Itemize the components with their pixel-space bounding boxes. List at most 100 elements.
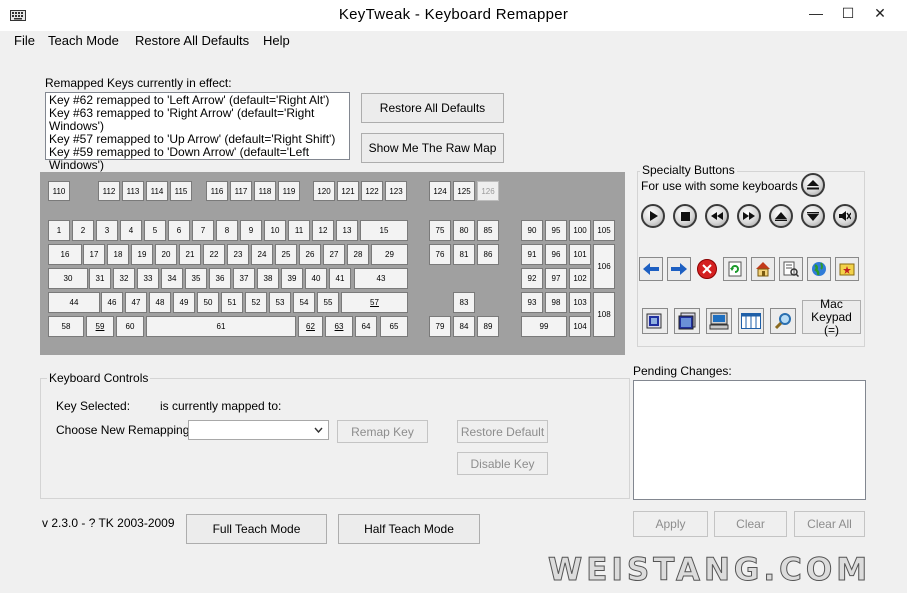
key-35[interactable]: 35 — [185, 268, 207, 289]
next-track-key-button[interactable] — [736, 203, 762, 229]
key-64[interactable]: 64 — [355, 316, 377, 337]
restore-default-button[interactable]: Restore Default — [457, 420, 548, 443]
close-button[interactable]: ✕ — [866, 2, 894, 24]
key-125[interactable]: 125 — [453, 181, 475, 201]
key-79[interactable]: 79 — [429, 316, 451, 337]
apply-button[interactable]: Apply — [633, 511, 708, 537]
browser-refresh-key-button[interactable] — [722, 256, 748, 282]
key-28[interactable]: 28 — [347, 244, 369, 265]
key-63[interactable]: 63 — [325, 316, 353, 337]
minimize-button[interactable]: — — [802, 2, 830, 24]
key-48[interactable]: 48 — [149, 292, 171, 313]
key-39[interactable]: 39 — [281, 268, 303, 289]
remapping-select[interactable] — [188, 420, 329, 440]
key-25[interactable]: 25 — [275, 244, 297, 265]
browser-back-key-button[interactable] — [638, 256, 664, 282]
key-49[interactable]: 49 — [173, 292, 195, 313]
key-36[interactable]: 36 — [209, 268, 231, 289]
key-6[interactable]: 6 — [168, 220, 190, 241]
clear-button[interactable]: Clear — [714, 511, 787, 537]
key-96[interactable]: 96 — [545, 244, 567, 265]
key-124[interactable]: 124 — [429, 181, 451, 201]
disable-key-button[interactable]: Disable Key — [457, 452, 548, 475]
key-29[interactable]: 29 — [371, 244, 408, 265]
key-120[interactable]: 120 — [313, 181, 335, 201]
key-116[interactable]: 116 — [206, 181, 228, 201]
browser-stop-key-button[interactable] — [694, 256, 720, 282]
key-26[interactable]: 26 — [299, 244, 321, 265]
key-97[interactable]: 97 — [545, 268, 567, 289]
key-20[interactable]: 20 — [155, 244, 177, 265]
key-112[interactable]: 112 — [98, 181, 120, 201]
key-13[interactable]: 13 — [336, 220, 358, 241]
calculator-key-button[interactable] — [737, 307, 765, 335]
key-17[interactable]: 17 — [83, 244, 105, 265]
menu-restore-all-defaults[interactable]: Restore All Defaults — [135, 33, 249, 48]
key-123[interactable]: 123 — [385, 181, 407, 201]
key-50[interactable]: 50 — [197, 292, 219, 313]
key-5[interactable]: 5 — [144, 220, 166, 241]
list-item[interactable]: Key #59 remapped to 'Down Arrow' (defaul… — [49, 146, 346, 172]
key-43[interactable]: 43 — [354, 268, 408, 289]
half-teach-mode-button[interactable]: Half Teach Mode — [338, 514, 480, 544]
key-18[interactable]: 18 — [107, 244, 129, 265]
key-76[interactable]: 76 — [429, 244, 451, 265]
key-9[interactable]: 9 — [240, 220, 262, 241]
key-106[interactable]: 106 — [593, 244, 615, 289]
key-92[interactable]: 92 — [521, 268, 543, 289]
volume-up-key-button[interactable] — [768, 203, 794, 229]
mute-key-button[interactable] — [832, 203, 858, 229]
key-37[interactable]: 37 — [233, 268, 255, 289]
key-40[interactable]: 40 — [305, 268, 327, 289]
key-19[interactable]: 19 — [131, 244, 153, 265]
key-119[interactable]: 119 — [278, 181, 300, 201]
mail-key-button[interactable] — [641, 307, 669, 335]
browser-home-key-button[interactable] — [750, 256, 776, 282]
browser-favorites-key-button[interactable] — [834, 256, 860, 282]
key-62[interactable]: 62 — [298, 316, 323, 337]
key-4[interactable]: 4 — [120, 220, 142, 241]
show-raw-map-button[interactable]: Show Me The Raw Map — [361, 133, 504, 163]
remap-key-button[interactable]: Remap Key — [337, 420, 428, 443]
key-75[interactable]: 75 — [429, 220, 451, 241]
menu-help[interactable]: Help — [263, 33, 290, 48]
browser-web-key-button[interactable] — [806, 256, 832, 282]
my-computer-key-button[interactable] — [705, 307, 733, 335]
key-32[interactable]: 32 — [113, 268, 135, 289]
key-122[interactable]: 122 — [361, 181, 383, 201]
key-104[interactable]: 104 — [569, 316, 591, 337]
key-58[interactable]: 58 — [48, 316, 84, 337]
key-53[interactable]: 53 — [269, 292, 291, 313]
key-27[interactable]: 27 — [323, 244, 345, 265]
key-47[interactable]: 47 — [125, 292, 147, 313]
key-12[interactable]: 12 — [312, 220, 334, 241]
eject-key-button[interactable] — [800, 172, 826, 198]
key-65[interactable]: 65 — [380, 316, 408, 337]
key-84[interactable]: 84 — [453, 316, 475, 337]
key-11[interactable]: 11 — [288, 220, 310, 241]
key-80[interactable]: 80 — [453, 220, 475, 241]
key-99[interactable]: 99 — [521, 316, 567, 337]
key-41[interactable]: 41 — [329, 268, 351, 289]
key-89[interactable]: 89 — [477, 316, 499, 337]
key-38[interactable]: 38 — [257, 268, 279, 289]
search-key-button[interactable] — [769, 307, 797, 335]
key-44[interactable]: 44 — [48, 292, 100, 313]
key-60[interactable]: 60 — [116, 316, 144, 337]
key-7[interactable]: 7 — [192, 220, 214, 241]
key-100[interactable]: 100 — [569, 220, 591, 241]
key-91[interactable]: 91 — [521, 244, 543, 265]
key-117[interactable]: 117 — [230, 181, 252, 201]
key-93[interactable]: 93 — [521, 292, 543, 313]
previous-track-key-button[interactable] — [704, 203, 730, 229]
key-108[interactable]: 108 — [593, 292, 615, 337]
play-key-button[interactable] — [640, 203, 666, 229]
stop-key-button[interactable] — [672, 203, 698, 229]
mac-keypad-button[interactable]: Mac Keypad (=) — [802, 297, 861, 336]
volume-down-key-button[interactable] — [800, 203, 826, 229]
key-57[interactable]: 57 — [341, 292, 408, 313]
key-55[interactable]: 55 — [317, 292, 339, 313]
browser-forward-key-button[interactable] — [666, 256, 692, 282]
remapped-keys-list[interactable]: Key #62 remapped to 'Left Arrow' (defaul… — [45, 92, 350, 172]
key-121[interactable]: 121 — [337, 181, 359, 201]
